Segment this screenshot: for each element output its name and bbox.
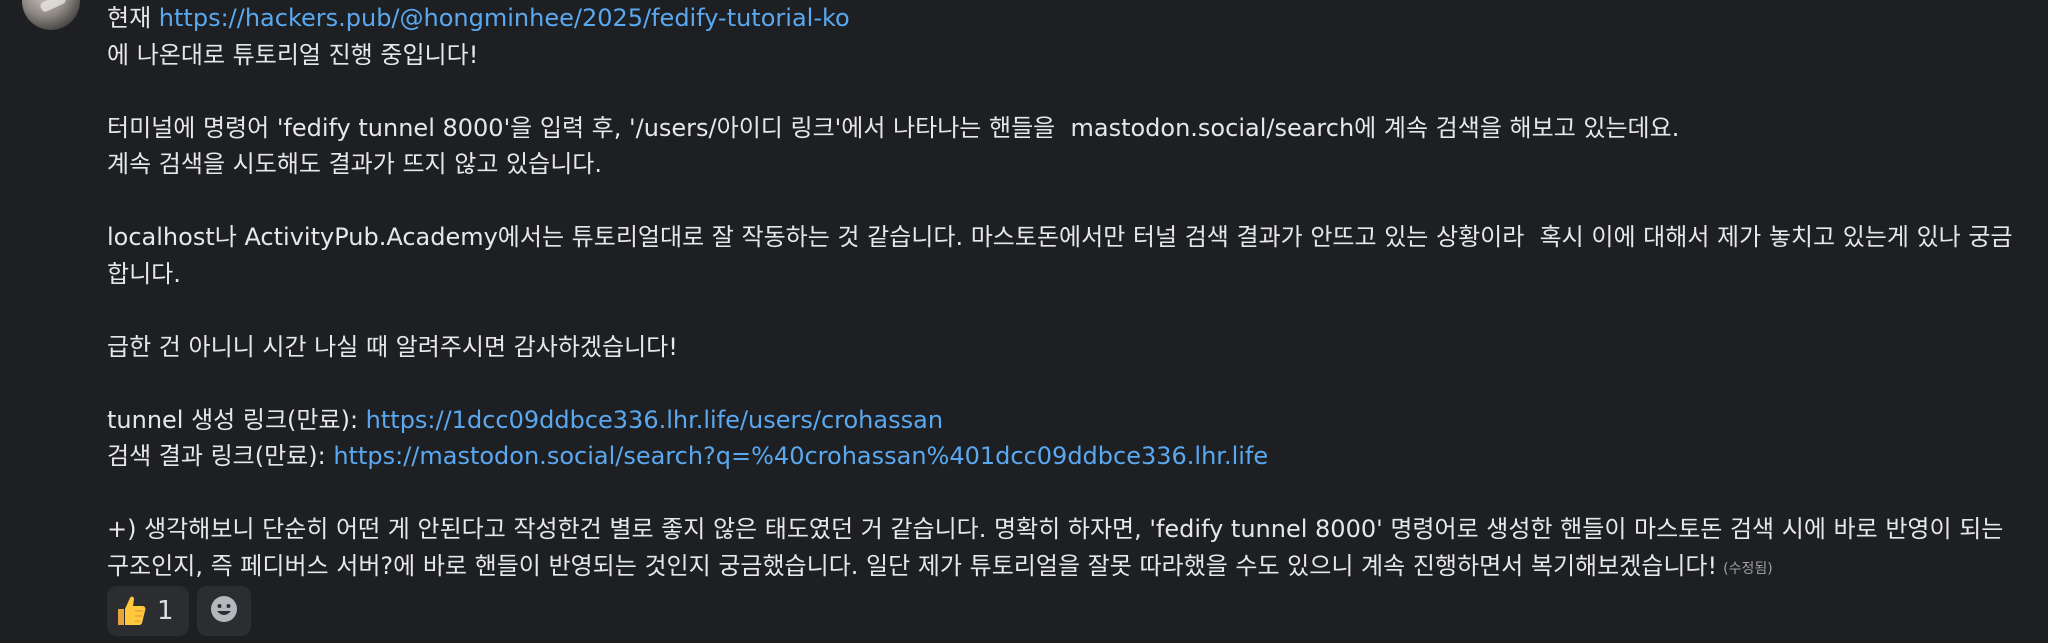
search-link-label: 검색 결과 링크(만료): <box>107 442 334 470</box>
author-avatar[interactable] <box>22 0 80 30</box>
search-result-link[interactable]: https://mastodon.social/search?q=%40croh… <box>333 442 1268 470</box>
reaction-count: 1 <box>157 596 174 626</box>
thumbs-up-icon <box>115 594 147 628</box>
message-line-11-text: 구조인지, 즉 페디버스 서버?에 바로 핸들이 반영되는 것인지 궁금했습니다… <box>107 551 1718 580</box>
message-line-11: 구조인지, 즉 페디버스 서버?에 바로 핸들이 반영되는 것인지 궁금했습니다… <box>107 548 2037 588</box>
message-line-5: localhost나 ActivityPub.Academy에서는 튜토리얼대로… <box>107 223 2013 251</box>
add-reaction-button[interactable] <box>197 586 251 636</box>
message-prefix: 현재 <box>107 4 159 32</box>
reaction-thumbs-up[interactable]: 1 <box>107 586 189 636</box>
search-link-line: 검색 결과 링크(만료): https://mastodon.social/se… <box>107 438 2037 475</box>
tunnel-link-line: tunnel 생성 링크(만료): https://1dcc09ddbce336… <box>107 402 2037 439</box>
message-body: 현재 https://hackers.pub/@hongminhee/2025/… <box>107 0 2037 587</box>
message-line-3: 터미널에 명령어 'fedify tunnel 8000'을 입력 후, '/u… <box>107 113 1680 142</box>
message-line-4: 계속 검색을 시도해도 결과가 뜨지 않고 있습니다. <box>107 150 603 178</box>
message-line-6: 합니다. <box>107 259 181 288</box>
message-line-10: +) 생각해보니 단순히 어떤 게 안된다고 작성한건 별로 좋지 않은 태도였… <box>107 515 2004 543</box>
edited-indicator: (수정됨) <box>1723 560 1773 577</box>
tunnel-link[interactable]: https://1dcc09ddbce336.lhr.life/users/cr… <box>366 406 943 434</box>
tunnel-link-label: tunnel 생성 링크(만료): <box>107 405 366 434</box>
message-line-1: 현재 https://hackers.pub/@hongminhee/2025/… <box>107 0 2037 37</box>
message-line-2: 에 나온대로 튜토리얼 진행 중입니다! <box>107 40 479 69</box>
reactions-bar: 1 <box>107 586 251 636</box>
tutorial-link[interactable]: https://hackers.pub/@hongminhee/2025/fed… <box>159 4 850 32</box>
message-line-7: 급한 건 아니니 시간 나실 때 알려주시면 감사하겠습니다! <box>107 332 678 361</box>
add-reaction-smiley-icon <box>210 595 238 627</box>
